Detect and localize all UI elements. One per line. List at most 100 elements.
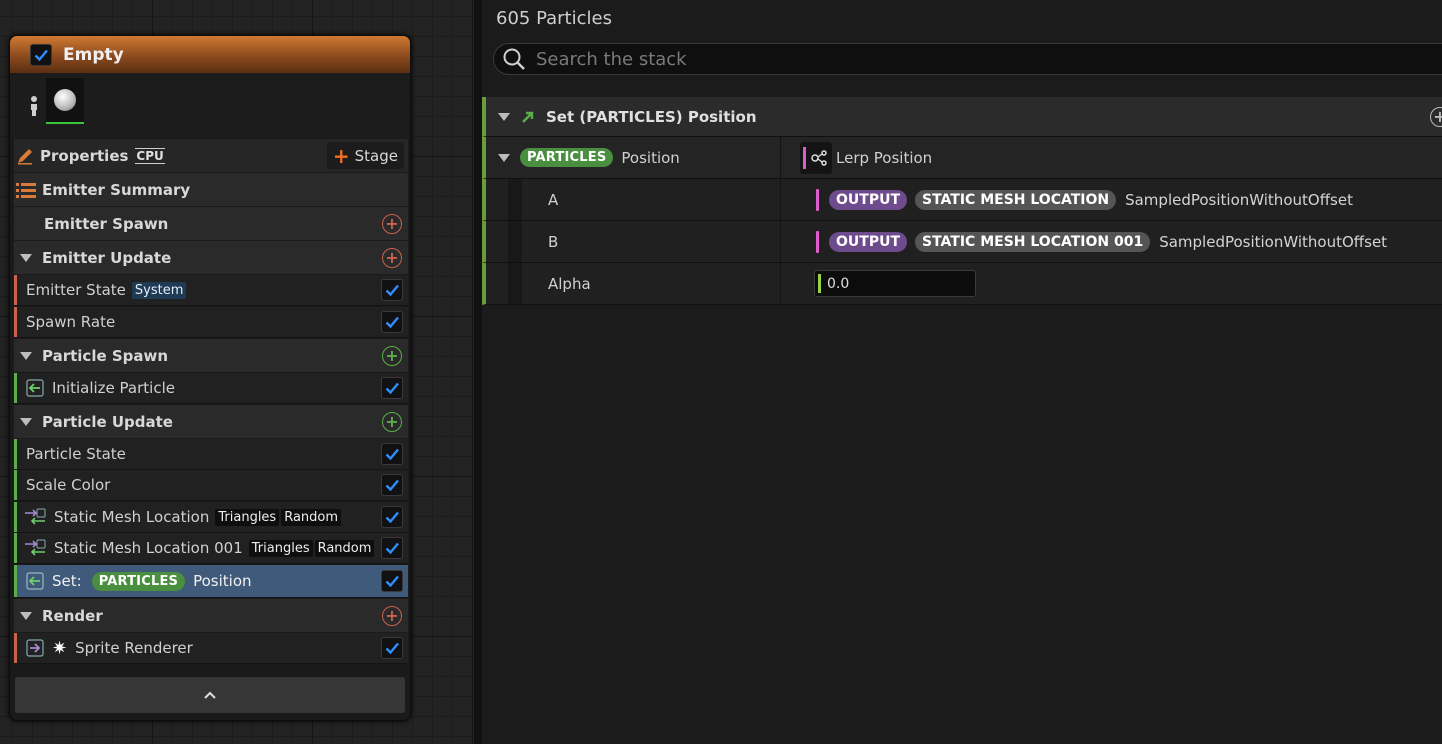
section-label: Particle Spawn bbox=[42, 346, 169, 365]
position-parameter-row[interactable]: PARTICLES Position Lerp Position bbox=[482, 137, 1442, 179]
module-enabled-checkbox[interactable] bbox=[381, 474, 403, 496]
checkmark-icon bbox=[385, 542, 399, 555]
add-module-icon[interactable]: + bbox=[382, 213, 402, 234]
checkmark-icon bbox=[385, 382, 399, 395]
module-initialize-particle[interactable]: Initialize Particle bbox=[14, 373, 408, 404]
module-enabled-checkbox[interactable] bbox=[381, 570, 403, 592]
module-label: Scale Color bbox=[26, 476, 111, 494]
chevron-up-icon bbox=[204, 691, 216, 699]
emitter-summary-label: Emitter Summary bbox=[42, 180, 191, 199]
add-module-icon[interactable]: + bbox=[382, 247, 402, 268]
module-title: Set (PARTICLES) Position bbox=[546, 107, 757, 126]
read-write-icon bbox=[25, 508, 46, 525]
checkmark-icon bbox=[385, 316, 399, 329]
collapse-arrow-icon[interactable] bbox=[20, 417, 32, 426]
section-particle-update[interactable]: Particle Update + bbox=[14, 405, 408, 438]
emitter-header[interactable]: Empty bbox=[10, 36, 410, 73]
module-enabled-checkbox[interactable] bbox=[381, 443, 403, 465]
source-module-pill: STATIC MESH LOCATION bbox=[915, 189, 1117, 210]
search-input[interactable] bbox=[536, 48, 1336, 70]
checkmark-icon bbox=[385, 479, 399, 492]
output-namespace-pill: OUTPUT bbox=[829, 189, 907, 210]
module-static-mesh-location[interactable]: Static Mesh Location Triangles Random bbox=[14, 502, 408, 533]
person-icon[interactable] bbox=[26, 95, 42, 117]
checkmark-icon bbox=[385, 642, 399, 655]
module-label: Initialize Particle bbox=[52, 379, 175, 397]
module-label: Emitter State bbox=[26, 281, 126, 299]
dynamic-input-icon[interactable] bbox=[800, 141, 832, 174]
panel-splitter[interactable] bbox=[474, 0, 482, 744]
module-scale-color[interactable]: Scale Color bbox=[14, 470, 408, 501]
module-enabled-checkbox[interactable] bbox=[381, 637, 403, 659]
stack-search-box[interactable] bbox=[493, 43, 1442, 75]
module-enabled-checkbox[interactable] bbox=[381, 311, 403, 333]
checkmark-icon bbox=[385, 284, 399, 297]
add-module-icon[interactable]: + bbox=[382, 345, 402, 366]
module-enabled-checkbox[interactable] bbox=[381, 537, 403, 559]
module-sprite-renderer[interactable]: ✷ Sprite Renderer bbox=[14, 633, 408, 664]
random-tag: Random bbox=[281, 508, 342, 526]
position-label: Position bbox=[193, 572, 252, 590]
module-enabled-checkbox[interactable] bbox=[381, 279, 403, 301]
module-enabled-checkbox[interactable] bbox=[381, 506, 403, 528]
system-tag: System bbox=[131, 281, 187, 299]
section-label: Particle Update bbox=[42, 412, 173, 431]
input-b-row[interactable]: B OUTPUT STATIC MESH LOCATION 001 Sample… bbox=[482, 221, 1442, 263]
set-variable-icon bbox=[26, 379, 44, 397]
plus-icon: + bbox=[332, 143, 350, 168]
input-label: B bbox=[548, 232, 559, 251]
module-spawn-rate[interactable]: Spawn Rate bbox=[14, 307, 408, 338]
particles-namespace-pill: PARTICLES bbox=[91, 571, 186, 591]
section-render[interactable]: Render + bbox=[14, 599, 408, 632]
dynamic-input-name: Lerp Position bbox=[836, 148, 933, 167]
collapse-arrow-icon[interactable] bbox=[20, 611, 32, 620]
set-prefix-label: Set: bbox=[52, 572, 82, 590]
properties-row[interactable]: Properties CPU + Stage bbox=[14, 139, 408, 172]
collapse-arrow-icon[interactable] bbox=[498, 112, 510, 121]
add-module-icon[interactable]: + bbox=[382, 605, 402, 626]
list-icon bbox=[16, 182, 36, 198]
input-a-row[interactable]: A OUTPUT STATIC MESH LOCATION SampledPos… bbox=[482, 179, 1442, 221]
section-label: Render bbox=[42, 606, 103, 625]
emitter-node[interactable]: Empty Properties CPU + Stage Emitter Sum… bbox=[9, 35, 411, 721]
module-header[interactable]: Set (PARTICLES) Position + bbox=[482, 97, 1442, 137]
linked-input-value[interactable]: OUTPUT STATIC MESH LOCATION SampledPosit… bbox=[816, 188, 1353, 211]
linked-input-value[interactable]: OUTPUT STATIC MESH LOCATION 001 SampledP… bbox=[816, 230, 1387, 253]
attribute-name: SampledPositionWithoutOffset bbox=[1125, 190, 1353, 209]
add-stage-button[interactable]: + Stage bbox=[326, 142, 404, 169]
module-label: Sprite Renderer bbox=[75, 639, 193, 657]
dynamic-input[interactable]: Lerp Position bbox=[800, 141, 933, 174]
alpha-value[interactable]: 0.0 bbox=[827, 276, 849, 292]
set-variable-icon bbox=[26, 572, 44, 590]
emitter-summary-row[interactable]: Emitter Summary bbox=[14, 173, 408, 206]
module-label: Spawn Rate bbox=[26, 313, 116, 331]
collapse-arrow-icon[interactable] bbox=[498, 153, 510, 162]
collapse-node-button[interactable] bbox=[15, 677, 405, 713]
cpu-badge: CPU bbox=[135, 147, 165, 164]
module-enabled-checkbox[interactable] bbox=[381, 377, 403, 399]
emitter-preview-thumbnail[interactable] bbox=[46, 78, 84, 124]
module-set-particles-position[interactable]: Set: PARTICLES Position bbox=[14, 565, 408, 598]
module-stack: Set (PARTICLES) Position + PARTICLES Pos… bbox=[482, 97, 1442, 305]
add-icon[interactable]: + bbox=[1430, 106, 1442, 127]
section-particle-spawn[interactable]: Particle Spawn + bbox=[14, 339, 408, 372]
alpha-value-field[interactable]: 0.0 bbox=[814, 270, 976, 297]
module-particle-state[interactable]: Particle State bbox=[14, 439, 408, 470]
stage-label: Stage bbox=[354, 146, 398, 165]
module-emitter-state[interactable]: Emitter State System bbox=[14, 275, 408, 306]
module-static-mesh-location-001[interactable]: Static Mesh Location 001 Triangles Rando… bbox=[14, 533, 408, 564]
section-emitter-spawn[interactable]: Emitter Spawn + bbox=[14, 207, 408, 240]
module-label: Static Mesh Location bbox=[54, 508, 210, 526]
input-label: Alpha bbox=[548, 274, 591, 293]
emitter-enabled-checkbox[interactable] bbox=[30, 43, 52, 66]
emitter-thumbnail-row bbox=[10, 73, 410, 138]
collapse-arrow-icon[interactable] bbox=[20, 253, 32, 262]
output-namespace-pill: OUTPUT bbox=[829, 231, 907, 252]
add-module-icon[interactable]: + bbox=[382, 411, 402, 432]
collapse-arrow-icon[interactable] bbox=[20, 351, 32, 360]
triangles-tag: Triangles bbox=[215, 508, 280, 526]
input-alpha-row[interactable]: Alpha 0.0 bbox=[482, 263, 1442, 305]
section-emitter-update[interactable]: Emitter Update + bbox=[14, 241, 408, 274]
particles-namespace-pill: PARTICLES bbox=[520, 148, 614, 167]
read-write-icon bbox=[25, 539, 46, 556]
